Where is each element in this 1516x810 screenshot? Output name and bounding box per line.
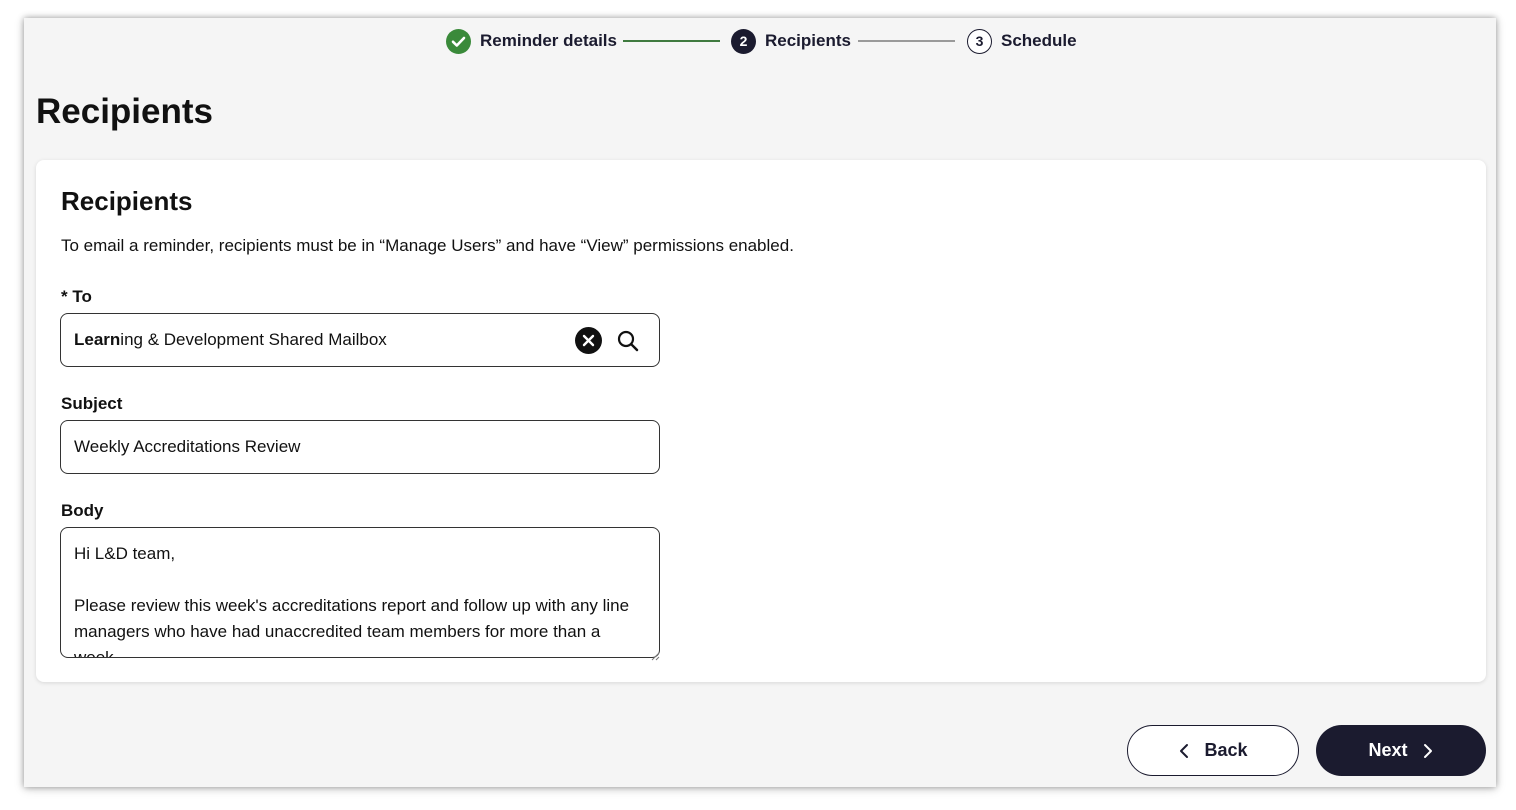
page-title: Recipients	[36, 92, 213, 131]
subject-label: Subject	[61, 394, 123, 413]
to-field[interactable]: Learning & Development Shared Mailbox	[60, 313, 660, 367]
card-description: To email a reminder, recipients must be …	[61, 236, 794, 255]
chevron-right-icon	[1423, 743, 1432, 758]
step-label: Recipients	[765, 31, 851, 50]
body-textarea[interactable]: Hi L&D team, Please review this week's a…	[60, 527, 660, 658]
search-icon[interactable]	[615, 328, 641, 354]
chevron-left-icon	[1180, 743, 1189, 758]
progress-stepper: Reminder details 2 Recipients 3 Schedule	[24, 27, 1496, 55]
to-value[interactable]: Learning & Development Shared Mailbox	[74, 330, 387, 350]
next-button-label: Next	[1368, 740, 1408, 760]
step-connector	[858, 40, 955, 42]
step-label: Reminder details	[480, 31, 617, 50]
card-title: Recipients	[61, 186, 193, 216]
body-label: Body	[61, 501, 104, 520]
subject-field[interactable]: Weekly Accreditations Review	[60, 420, 660, 474]
step-number: 2	[731, 28, 756, 54]
clear-icon[interactable]	[575, 327, 602, 354]
back-button[interactable]: Back	[1127, 725, 1299, 776]
step-connector	[623, 40, 720, 42]
step-reminder-details[interactable]: Reminder details	[446, 27, 617, 55]
next-button[interactable]: Next	[1316, 725, 1486, 776]
to-label: * To	[61, 287, 92, 306]
resize-grip-icon[interactable]	[650, 648, 660, 661]
app-window: Reminder details 2 Recipients 3 Schedule…	[24, 18, 1496, 787]
recipients-card: Recipients To email a reminder, recipien…	[36, 160, 1486, 682]
back-button-label: Back	[1204, 740, 1248, 760]
step-schedule[interactable]: 3 Schedule	[967, 27, 1077, 55]
check-icon	[446, 28, 471, 54]
step-label: Schedule	[1001, 31, 1077, 50]
to-value-match: Learn	[74, 330, 121, 349]
step-number: 3	[967, 28, 992, 54]
step-recipients: 2 Recipients	[731, 27, 851, 55]
to-value-rest: ing & Development Shared Mailbox	[120, 330, 387, 349]
subject-value: Weekly Accreditations Review	[74, 437, 301, 456]
